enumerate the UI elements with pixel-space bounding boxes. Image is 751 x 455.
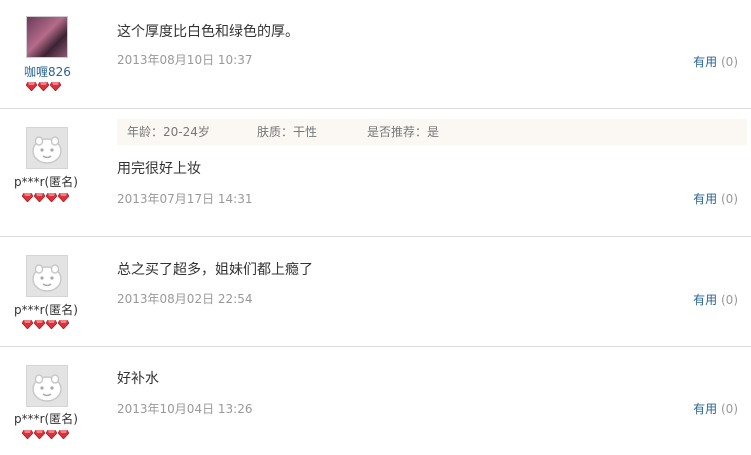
- useful-button[interactable]: 有用 (0): [693, 291, 738, 308]
- username-link[interactable]: 咖喱826: [24, 63, 71, 80]
- gem-icon: [46, 430, 57, 439]
- gem-icon: [46, 193, 57, 202]
- review-content: 好补水: [117, 371, 159, 387]
- gem-icon: [34, 320, 45, 329]
- gem-icon: [46, 320, 57, 329]
- username: p***r(匿名): [14, 303, 78, 317]
- review-date: 2013年10月04日 13:26: [117, 402, 253, 416]
- useful-count: (0): [721, 402, 738, 416]
- review-item: p***r(匿名) 好补水 2013年10月04日 13:26 有用 (0): [0, 347, 751, 454]
- gem-icon: [58, 193, 69, 202]
- useful-button[interactable]: 有用 (0): [693, 190, 738, 207]
- review-date: 2013年08月02日 22:54: [117, 292, 253, 306]
- useful-label[interactable]: 有用: [693, 192, 717, 206]
- useful-label[interactable]: 有用: [693, 293, 717, 307]
- review-date: 2013年08月10日 10:37: [117, 53, 253, 67]
- review-content: 这个厚度比白色和绿色的厚。: [117, 24, 299, 40]
- reviewer-info: 年龄：20-24岁 肤质：干性 是否推荐：是: [117, 119, 747, 145]
- review-date: 2013年07月17日 14:31: [117, 192, 253, 206]
- age-info: 年龄：20-24岁: [127, 125, 210, 139]
- gem-icon: [58, 430, 69, 439]
- useful-count: (0): [721, 293, 738, 307]
- username: p***r(匿名): [14, 175, 78, 189]
- rank-gems: [22, 430, 69, 440]
- gem-icon: [22, 320, 33, 329]
- useful-count: (0): [721, 55, 738, 69]
- useful-button[interactable]: 有用 (0): [693, 53, 738, 70]
- rank-gems: [22, 193, 69, 203]
- default-avatar-icon[interactable]: [26, 127, 68, 169]
- default-avatar-icon[interactable]: [26, 255, 68, 297]
- gem-icon: [34, 430, 45, 439]
- rank-gems: [22, 320, 69, 330]
- review-item: 咖喱826 这个厚度比白色和绿色的厚。 2013年08月10日 10:37 有用…: [0, 0, 751, 109]
- gem-icon: [26, 82, 37, 91]
- gem-icon: [58, 320, 69, 329]
- gem-icon: [22, 430, 33, 439]
- gem-icon: [38, 82, 49, 91]
- useful-label[interactable]: 有用: [693, 402, 717, 416]
- gem-icon: [22, 193, 33, 202]
- review-item: 年龄：20-24岁 肤质：干性 是否推荐：是 p***r(匿名) 用完很好上妆 …: [0, 109, 751, 237]
- review-item: p***r(匿名) 总之买了超多，姐妹们都上瘾了 2013年08月02日 22:…: [0, 237, 751, 347]
- review-content: 总之买了超多，姐妹们都上瘾了: [117, 262, 313, 278]
- recommend-info: 是否推荐：是: [367, 125, 440, 139]
- gem-icon: [34, 193, 45, 202]
- useful-label[interactable]: 有用: [693, 55, 717, 69]
- useful-button[interactable]: 有用 (0): [693, 400, 738, 417]
- gem-icon: [50, 82, 61, 91]
- default-avatar-icon[interactable]: [26, 365, 68, 407]
- skin-info: 肤质：干性: [257, 125, 318, 139]
- avatar[interactable]: [26, 16, 68, 58]
- rank-gems: [26, 82, 61, 92]
- useful-count: (0): [721, 192, 738, 206]
- review-content: 用完很好上妆: [117, 161, 201, 177]
- username: p***r(匿名): [14, 412, 78, 426]
